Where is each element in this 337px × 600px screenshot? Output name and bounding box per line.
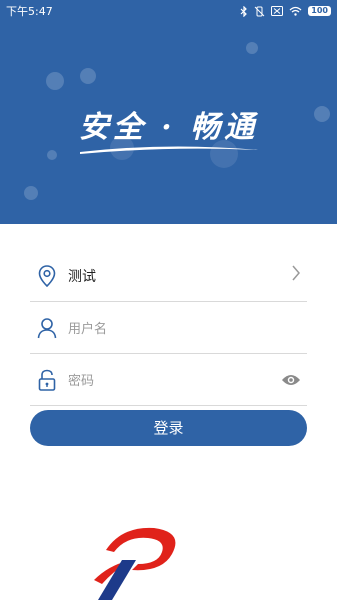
vibrate-off-icon bbox=[254, 6, 265, 17]
decor-bubble bbox=[47, 150, 57, 160]
username-field[interactable]: 用户名 bbox=[30, 302, 307, 354]
brand-logo bbox=[94, 527, 176, 600]
login-button[interactable]: 登录 bbox=[30, 410, 307, 446]
status-time: 下午5:47 bbox=[6, 5, 53, 18]
login-form: 测试 用户名 密码 bbox=[30, 250, 307, 406]
battery-icon: 100 bbox=[308, 6, 331, 16]
eye-icon[interactable] bbox=[281, 372, 301, 391]
wifi-icon bbox=[289, 6, 302, 16]
bluetooth-icon bbox=[240, 5, 248, 17]
decor-bubble bbox=[246, 42, 258, 54]
server-selector[interactable]: 测试 bbox=[30, 250, 307, 302]
hero-banner: 下午5:47 100 安全 · 畅通 bbox=[0, 0, 337, 224]
sim-off-icon bbox=[271, 6, 284, 16]
location-pin-icon bbox=[36, 264, 58, 288]
lock-icon bbox=[36, 368, 58, 392]
slogan-underline-swoosh bbox=[80, 146, 258, 154]
decor-bubble bbox=[46, 72, 64, 90]
username-placeholder: 用户名 bbox=[68, 322, 108, 337]
chevron-right-icon bbox=[291, 264, 301, 286]
password-field[interactable]: 密码 bbox=[30, 354, 307, 406]
status-bar: 下午5:47 100 bbox=[0, 0, 337, 22]
decor-bubble bbox=[24, 186, 38, 200]
server-value: 测试 bbox=[68, 268, 96, 285]
decor-bubble bbox=[80, 68, 96, 84]
password-placeholder: 密码 bbox=[68, 374, 95, 389]
user-icon bbox=[36, 316, 58, 340]
